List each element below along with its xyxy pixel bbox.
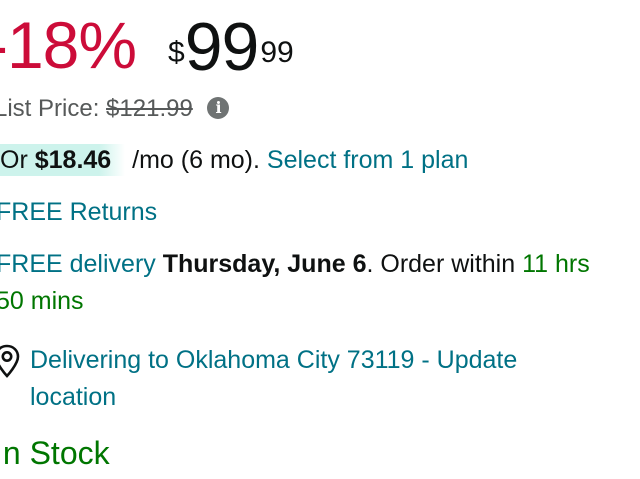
price-currency-symbol: $: [168, 36, 185, 69]
free-delivery-link[interactable]: FREE delivery: [0, 250, 156, 278]
installment-highlight: Or $18.46: [0, 144, 126, 176]
installment-row: Or $18.46 /mo (6 mo). Select from 1 plan: [0, 142, 468, 178]
installment-prefix: Or: [0, 146, 28, 174]
installment-term: /mo (6 mo).: [132, 146, 260, 174]
select-plan-link[interactable]: Select from 1 plan: [267, 146, 469, 174]
installment-amount: $18.46: [34, 146, 112, 174]
countdown-minutes: 50 mins: [0, 287, 84, 315]
countdown-hours: 11 hrs: [522, 250, 590, 278]
discount-percentage: -18%: [0, 8, 137, 82]
delivery-location-link-cont[interactable]: location: [30, 379, 116, 415]
order-within-text: . Order within: [366, 250, 516, 278]
list-price-label: List Price:: [0, 95, 100, 122]
list-price-row: List Price: $121.99 i: [0, 92, 230, 126]
stock-status: In Stock: [0, 435, 110, 471]
list-price-value: $121.99: [106, 95, 193, 122]
delivery-row: FREE delivery Thursday, June 6. Order wi…: [0, 246, 590, 282]
location-pin-icon[interactable]: [0, 344, 20, 378]
price-fraction: 99: [260, 36, 294, 69]
delivery-location-link[interactable]: Delivering to Oklahoma City 73119 - Upda…: [30, 342, 517, 378]
info-icon[interactable]: i: [207, 96, 230, 119]
free-returns-link[interactable]: FREE Returns: [0, 194, 157, 230]
product-buy-box: -18% $9999 List Price: $121.99 i Or $18.…: [0, 0, 640, 479]
price-whole: 99: [184, 9, 260, 85]
delivery-date: Thursday, June 6: [162, 250, 367, 278]
sale-price: $9999: [168, 12, 294, 101]
